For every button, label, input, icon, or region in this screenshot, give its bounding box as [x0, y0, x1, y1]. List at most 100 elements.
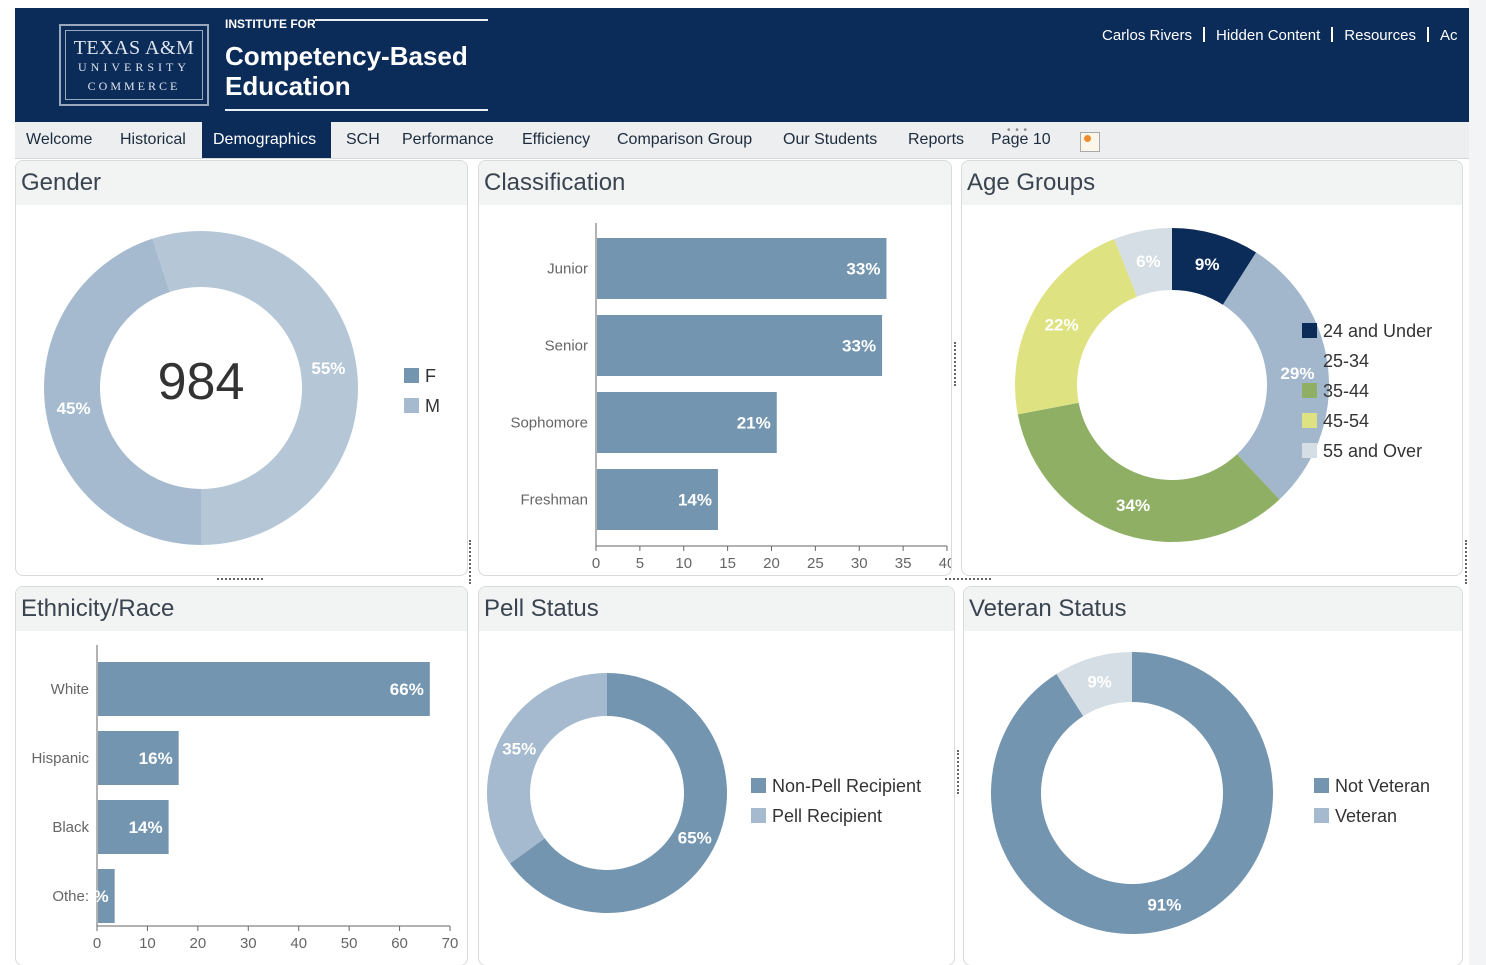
legend-swatch: [1302, 383, 1317, 398]
divider: [1331, 27, 1334, 42]
resize-handle[interactable]: [954, 342, 959, 386]
category-label: Senior: [545, 338, 588, 355]
x-tick-label: 50: [341, 935, 358, 952]
legend-item[interactable]: 25-34: [1302, 346, 1432, 376]
bar[interactable]: [98, 662, 430, 716]
resize-handle[interactable]: [217, 578, 263, 583]
x-tick-label: 40: [939, 555, 952, 572]
legend-label: 24 and Under: [1323, 321, 1433, 341]
legend-swatch: [404, 368, 419, 383]
data-label: 6%: [1136, 252, 1161, 271]
pell-donut: 65% 35%: [486, 673, 727, 913]
legend-item[interactable]: M: [404, 391, 440, 421]
tab-historical[interactable]: Historical: [109, 122, 197, 158]
data-label: 55%: [311, 359, 345, 378]
tab-reports[interactable]: Reports: [897, 122, 975, 158]
legend-swatch: [751, 778, 766, 793]
legend-label: Non-Pell Recipient: [772, 776, 922, 796]
tab-demographics[interactable]: Demographics: [202, 122, 331, 158]
x-tick-label: 15: [719, 555, 736, 572]
legend-swatch: [1302, 443, 1317, 458]
category-label: Black: [52, 819, 89, 836]
category-label: Sophomore: [510, 415, 588, 432]
data-label: 65%: [678, 829, 712, 848]
logo-line-1: TEXAS A&M: [73, 37, 195, 59]
resize-handle[interactable]: [945, 578, 991, 583]
legend-item[interactable]: Not Veteran: [1314, 771, 1430, 801]
tab-performance[interactable]: Performance: [391, 122, 505, 158]
resize-handle[interactable]: [957, 750, 962, 794]
data-label: 66%: [390, 680, 424, 699]
resources-link[interactable]: Resources: [1344, 27, 1416, 44]
x-tick-label: 40: [290, 935, 307, 952]
x-tick-label: 20: [190, 935, 207, 952]
classification-panel: Classification 0510152025303540Junior33%…: [478, 160, 952, 576]
donut-slice[interactable]: [486, 673, 607, 864]
bar[interactable]: [597, 315, 883, 376]
dashboard-frame: TEXAS A&M UNIVERSITY COMMERCE INSTITUTE …: [15, 8, 1469, 965]
divider: [1203, 27, 1206, 42]
legend-item[interactable]: 24 and Under: [1302, 316, 1432, 346]
x-tick-label: 60: [391, 935, 408, 952]
data-label: 35%: [502, 739, 536, 758]
logo-line-2: UNIVERSITY: [78, 60, 190, 74]
x-tick-label: 5: [636, 555, 644, 572]
x-tick-label: 0: [592, 555, 600, 572]
legend-item[interactable]: Pell Recipient: [751, 801, 921, 831]
tab-efficiency[interactable]: Efficiency: [511, 122, 601, 158]
user-link[interactable]: Carlos Rivers: [1102, 27, 1192, 44]
tab-comparison-group[interactable]: Comparison Group: [606, 122, 763, 158]
donut-slice[interactable]: [1017, 402, 1280, 542]
legend-swatch: [404, 398, 419, 413]
tab-welcome[interactable]: Welcome: [15, 122, 103, 158]
resize-handle[interactable]: [469, 540, 474, 584]
university-logo[interactable]: TEXAS A&M UNIVERSITY COMMERCE: [59, 24, 209, 106]
data-label: 16%: [139, 749, 173, 768]
category-label: Othe:: [52, 888, 89, 905]
bar[interactable]: [597, 238, 887, 299]
veteran-donut: 91% 9%: [991, 652, 1273, 934]
legend-item[interactable]: 45-54: [1302, 406, 1432, 436]
scroll-gutter[interactable]: [1469, 0, 1486, 965]
legend-item[interactable]: 55 and Over: [1302, 436, 1432, 466]
legend-label: Veteran: [1335, 806, 1398, 826]
veteran-legend: Not Veteran Veteran: [1314, 771, 1430, 831]
drag-handle-icon[interactable]: • • •: [1007, 125, 1028, 136]
legend-swatch: [1302, 323, 1317, 338]
legend-label: 45-54: [1323, 411, 1370, 431]
data-label: 9%: [1087, 673, 1112, 692]
legend-swatch: [1314, 808, 1329, 823]
tab-our-students[interactable]: Our Students: [772, 122, 888, 158]
divider: [315, 19, 488, 21]
tab-sch[interactable]: SCH: [335, 122, 391, 158]
legend-item[interactable]: 35-44: [1302, 376, 1432, 406]
hidden-content-link[interactable]: Hidden Content: [1216, 27, 1320, 44]
x-tick-label: 30: [240, 935, 257, 952]
x-tick-label: 10: [675, 555, 692, 572]
category-label: Junior: [547, 261, 588, 278]
ethnicity-chart: 0 10 20 30 40 50 60 70 White 66% Hispanic 16% Black 1…: [31, 645, 459, 952]
legend-item[interactable]: F: [404, 361, 440, 391]
legend-item[interactable]: Veteran: [1314, 801, 1430, 831]
category-label: Hispanic: [31, 750, 89, 767]
veteran-panel: Veteran Status 91% 9% Not Veteran Veteran: [963, 586, 1463, 965]
legend-item[interactable]: Non-Pell Recipient: [751, 771, 921, 801]
account-link[interactable]: Ac: [1440, 27, 1458, 44]
page-tabs: Welcome Historical Demographics SCH Perf…: [15, 122, 1469, 159]
data-label: 34%: [1116, 496, 1150, 515]
data-label: 14%: [678, 491, 712, 510]
age-donut: 9%29%34%22%6%: [1015, 228, 1329, 542]
x-tick-label: 70: [442, 935, 459, 952]
legend-swatch: [751, 808, 766, 823]
legend-swatch: [1302, 413, 1317, 428]
gender-panel: Gender 45% 55% 984 F M: [15, 160, 468, 576]
institute-title: Competency-Based Education: [225, 41, 468, 101]
gender-chart: 45% 55% 984: [44, 231, 358, 545]
add-page-icon[interactable]: [1080, 132, 1100, 152]
divider: [225, 109, 488, 111]
institute-label: INSTITUTE FOR: [225, 17, 316, 31]
x-tick-label: 30: [851, 555, 868, 572]
data-label: 14%: [129, 818, 163, 837]
gender-legend: F M: [404, 361, 440, 421]
logo-line-3: COMMERCE: [87, 79, 181, 93]
